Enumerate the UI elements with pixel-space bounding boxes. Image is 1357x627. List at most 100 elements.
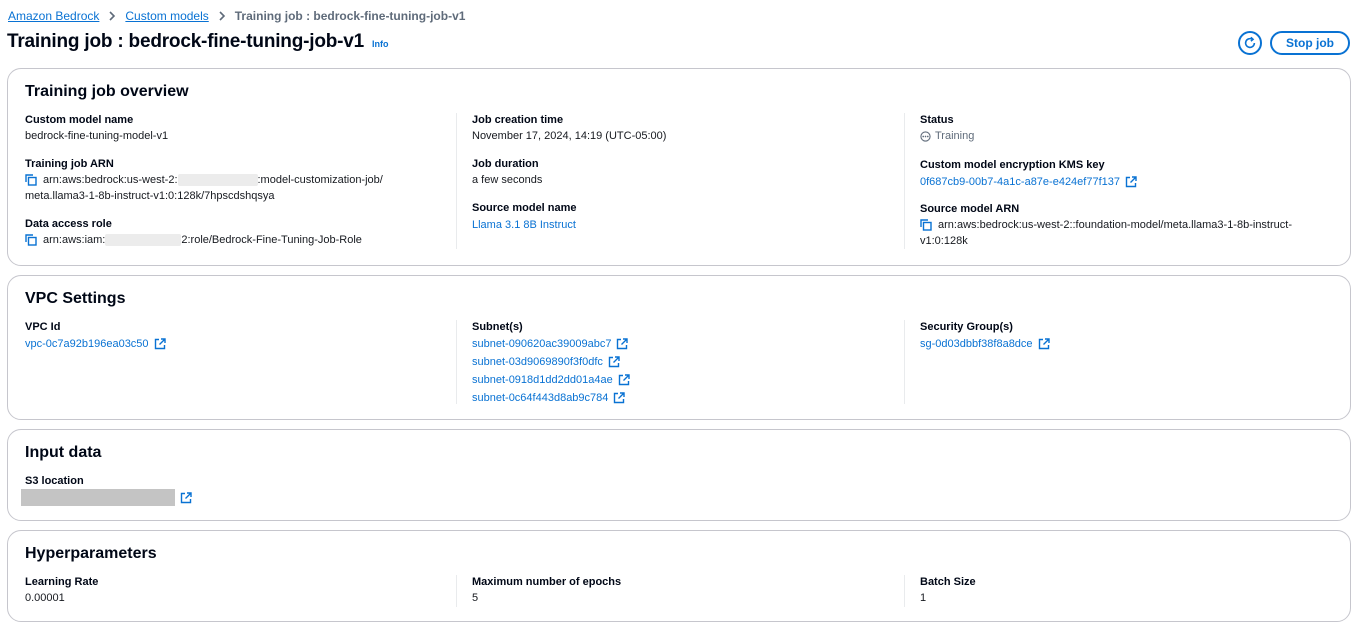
role-prefix: arn:aws:iam:	[43, 234, 106, 246]
breadcrumb: Amazon Bedrock Custom models Training jo…	[8, 9, 465, 23]
status-field: Status Training	[920, 113, 1340, 145]
external-link-icon	[1038, 338, 1050, 350]
source-model-arn-line1: arn:aws:bedrock:us-west-2::foundation-mo…	[938, 218, 1292, 231]
subnet-text: subnet-0918d1dd2dd01a4ae	[472, 374, 613, 386]
overview-column-1: Custom model name bedrock-fine-tuning-mo…	[25, 113, 445, 248]
breadcrumb-custom-models[interactable]: Custom models	[125, 9, 208, 23]
source-model-name-link[interactable]: Llama 3.1 8B Instruct	[472, 216, 576, 234]
subnets-column: Subnet(s) subnet-090620ac39009abc7 subne…	[472, 320, 892, 407]
field-label: Training job ARN	[25, 158, 114, 170]
field-label: VPC Id	[25, 321, 61, 333]
field-label: Source model ARN	[920, 202, 1020, 215]
custom-model-name-field: Custom model name bedrock-fine-tuning-mo…	[25, 113, 445, 144]
subnet-link[interactable]: subnet-0918d1dd2dd01a4ae	[472, 371, 630, 389]
source-model-arn-row: arn:aws:bedrock:us-west-2::foundation-mo…	[920, 217, 1340, 233]
subnet-link[interactable]: subnet-090620ac39009abc7	[472, 335, 629, 353]
s3-location-column: S3 location	[21, 474, 441, 509]
status-pending-icon	[920, 130, 931, 142]
field-label: Learning Rate	[25, 576, 99, 588]
status-indicator: Training	[920, 128, 974, 144]
subnet-list: subnet-090620ac39009abc7 subnet-03d90698…	[472, 335, 892, 407]
field-label: S3 location	[25, 475, 84, 487]
s3-location-link[interactable]	[21, 489, 192, 506]
card-title: Training job overview	[25, 83, 189, 100]
source-model-arn-field: Source model ARN arn:aws:bedrock:us-west…	[920, 202, 1340, 249]
field-label: Job duration	[472, 158, 539, 170]
security-group-text: sg-0d03dbbf38f8a8dce	[920, 338, 1033, 350]
column-divider	[456, 113, 457, 249]
external-link-icon	[154, 338, 166, 350]
field-label: Batch Size	[920, 576, 976, 588]
stop-job-button[interactable]: Stop job	[1270, 31, 1350, 55]
hyperparameters-card: Hyperparameters Learning Rate 0.00001 Ma…	[7, 530, 1351, 622]
batch-size-column: Batch Size 1	[920, 575, 1340, 606]
vpc-id-column: VPC Id vpc-0c7a92b196ea03c50	[25, 320, 445, 353]
external-link-icon	[618, 374, 630, 386]
arn-suffix: :model-customization-job/	[257, 174, 383, 186]
breadcrumb-amazon-bedrock[interactable]: Amazon Bedrock	[8, 9, 99, 23]
external-link-icon	[180, 491, 192, 504]
subnet-link[interactable]: subnet-0c64f443d8ab9c784	[472, 389, 626, 407]
page-header: Training job : bedrock-fine-tuning-job-v…	[7, 31, 389, 53]
subnet-text: subnet-03d9069890f3f0dfc	[472, 356, 603, 368]
column-divider	[904, 320, 905, 404]
vpc-id-link[interactable]: vpc-0c7a92b196ea03c50	[25, 335, 166, 353]
data-access-role-field: Data access role arn:aws:iam: 2:role/Bedr…	[25, 217, 445, 248]
source-model-arn-line2: v1:0:128k	[920, 234, 968, 247]
epochs-value: 5	[472, 592, 479, 604]
training-job-arn-line2: meta.llama3-1-8b-instruct-v1:0:128k/7hps…	[25, 190, 275, 202]
external-link-icon	[608, 356, 620, 368]
field-label: Source model name	[472, 202, 577, 214]
job-duration-field: Job duration a few seconds	[472, 157, 892, 188]
field-label: Job creation time	[472, 114, 564, 126]
redacted-account-id	[105, 234, 182, 247]
learning-rate-value: 0.00001	[25, 592, 65, 604]
copy-icon[interactable]	[25, 234, 37, 246]
card-title: VPC Settings	[25, 290, 126, 307]
epochs-column: Maximum number of epochs 5	[472, 575, 892, 606]
job-creation-time-value: November 17, 2024, 14:19 (UTC-05:00)	[472, 130, 667, 142]
overview-column-2: Job creation time November 17, 2024, 14:…	[472, 113, 892, 234]
job-creation-time-field: Job creation time November 17, 2024, 14:…	[472, 113, 892, 144]
source-model-name-field: Source model name Llama 3.1 8B Instruct	[472, 201, 892, 234]
input-data-card: Input data S3 location	[7, 429, 1351, 521]
refresh-icon	[1243, 36, 1257, 50]
info-link[interactable]: Info	[372, 39, 389, 49]
status-text: Training	[935, 130, 975, 142]
subnet-text: subnet-0c64f443d8ab9c784	[472, 392, 609, 404]
card-title: Input data	[25, 444, 102, 461]
field-label: Data access role	[25, 218, 112, 230]
field-label: Maximum number of epochs	[472, 576, 622, 588]
data-access-role-value: arn:aws:iam: 2:role/Bedrock-Fine-Tuning-J…	[43, 232, 362, 248]
copy-icon[interactable]	[25, 174, 37, 186]
role-suffix: 2:role/Bedrock-Fine-Tuning-Job-Role	[181, 234, 362, 246]
overview-column-3: Status Training Custom model encryption …	[920, 113, 1340, 249]
security-group-link[interactable]: sg-0d03dbbf38f8a8dce	[920, 335, 1050, 353]
arn-prefix: arn:aws:bedrock:us-west-2:	[43, 174, 178, 186]
column-divider	[904, 113, 905, 249]
field-label: Custom model name	[25, 114, 134, 126]
external-link-icon	[1125, 175, 1137, 188]
redacted-s3-path	[21, 489, 175, 506]
learning-rate-column: Learning Rate 0.00001	[25, 575, 445, 606]
kms-key-link[interactable]: 0f687cb9-00b7-4a1c-a87e-e424ef77f137	[920, 173, 1137, 191]
training-job-overview-card: Training job overview Custom model name …	[7, 68, 1351, 266]
column-divider	[456, 575, 457, 607]
copy-icon[interactable]	[920, 218, 932, 231]
chevron-right-icon	[108, 11, 116, 21]
column-divider	[456, 320, 457, 404]
header-actions: Stop job	[1238, 31, 1350, 55]
vpc-id-text: vpc-0c7a92b196ea03c50	[25, 338, 149, 350]
card-title: Hyperparameters	[25, 545, 157, 562]
kms-key-field: Custom model encryption KMS key 0f687cb9…	[920, 158, 1340, 191]
field-label: Custom model encryption KMS key	[920, 158, 1105, 171]
batch-size-value: 1	[920, 592, 927, 604]
redacted-account-id	[177, 174, 258, 187]
refresh-button[interactable]	[1238, 31, 1262, 55]
training-job-arn-line1: arn:aws:bedrock:us-west-2: :model-customi…	[43, 172, 383, 188]
external-link-icon	[613, 392, 626, 404]
kms-key-text: 0f687cb9-00b7-4a1c-a87e-e424ef77f137	[920, 175, 1120, 188]
vpc-settings-card: VPC Settings VPC Id vpc-0c7a92b196ea03c5…	[7, 275, 1351, 420]
breadcrumb-current: Training job : bedrock-fine-tuning-job-v…	[234, 9, 466, 23]
subnet-link[interactable]: subnet-03d9069890f3f0dfc	[472, 353, 620, 371]
